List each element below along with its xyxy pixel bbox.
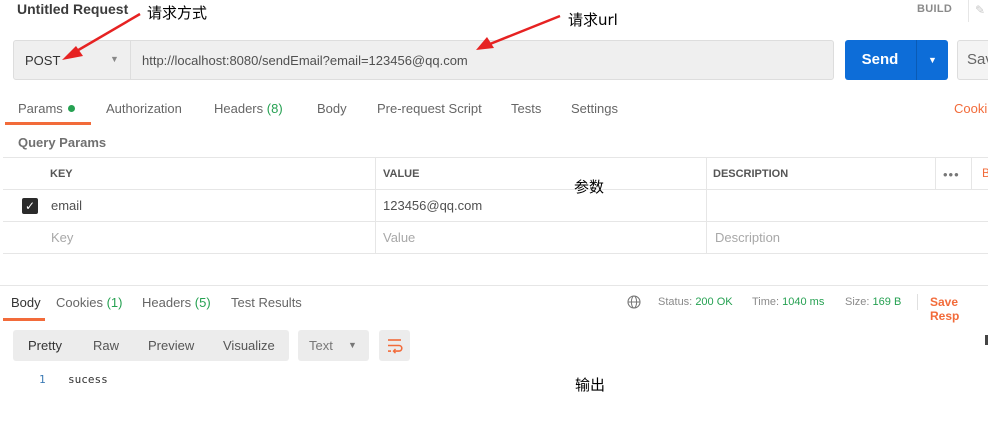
arrow-url <box>476 14 561 50</box>
arrow-method <box>62 12 141 60</box>
annotation-arrows <box>62 12 561 60</box>
